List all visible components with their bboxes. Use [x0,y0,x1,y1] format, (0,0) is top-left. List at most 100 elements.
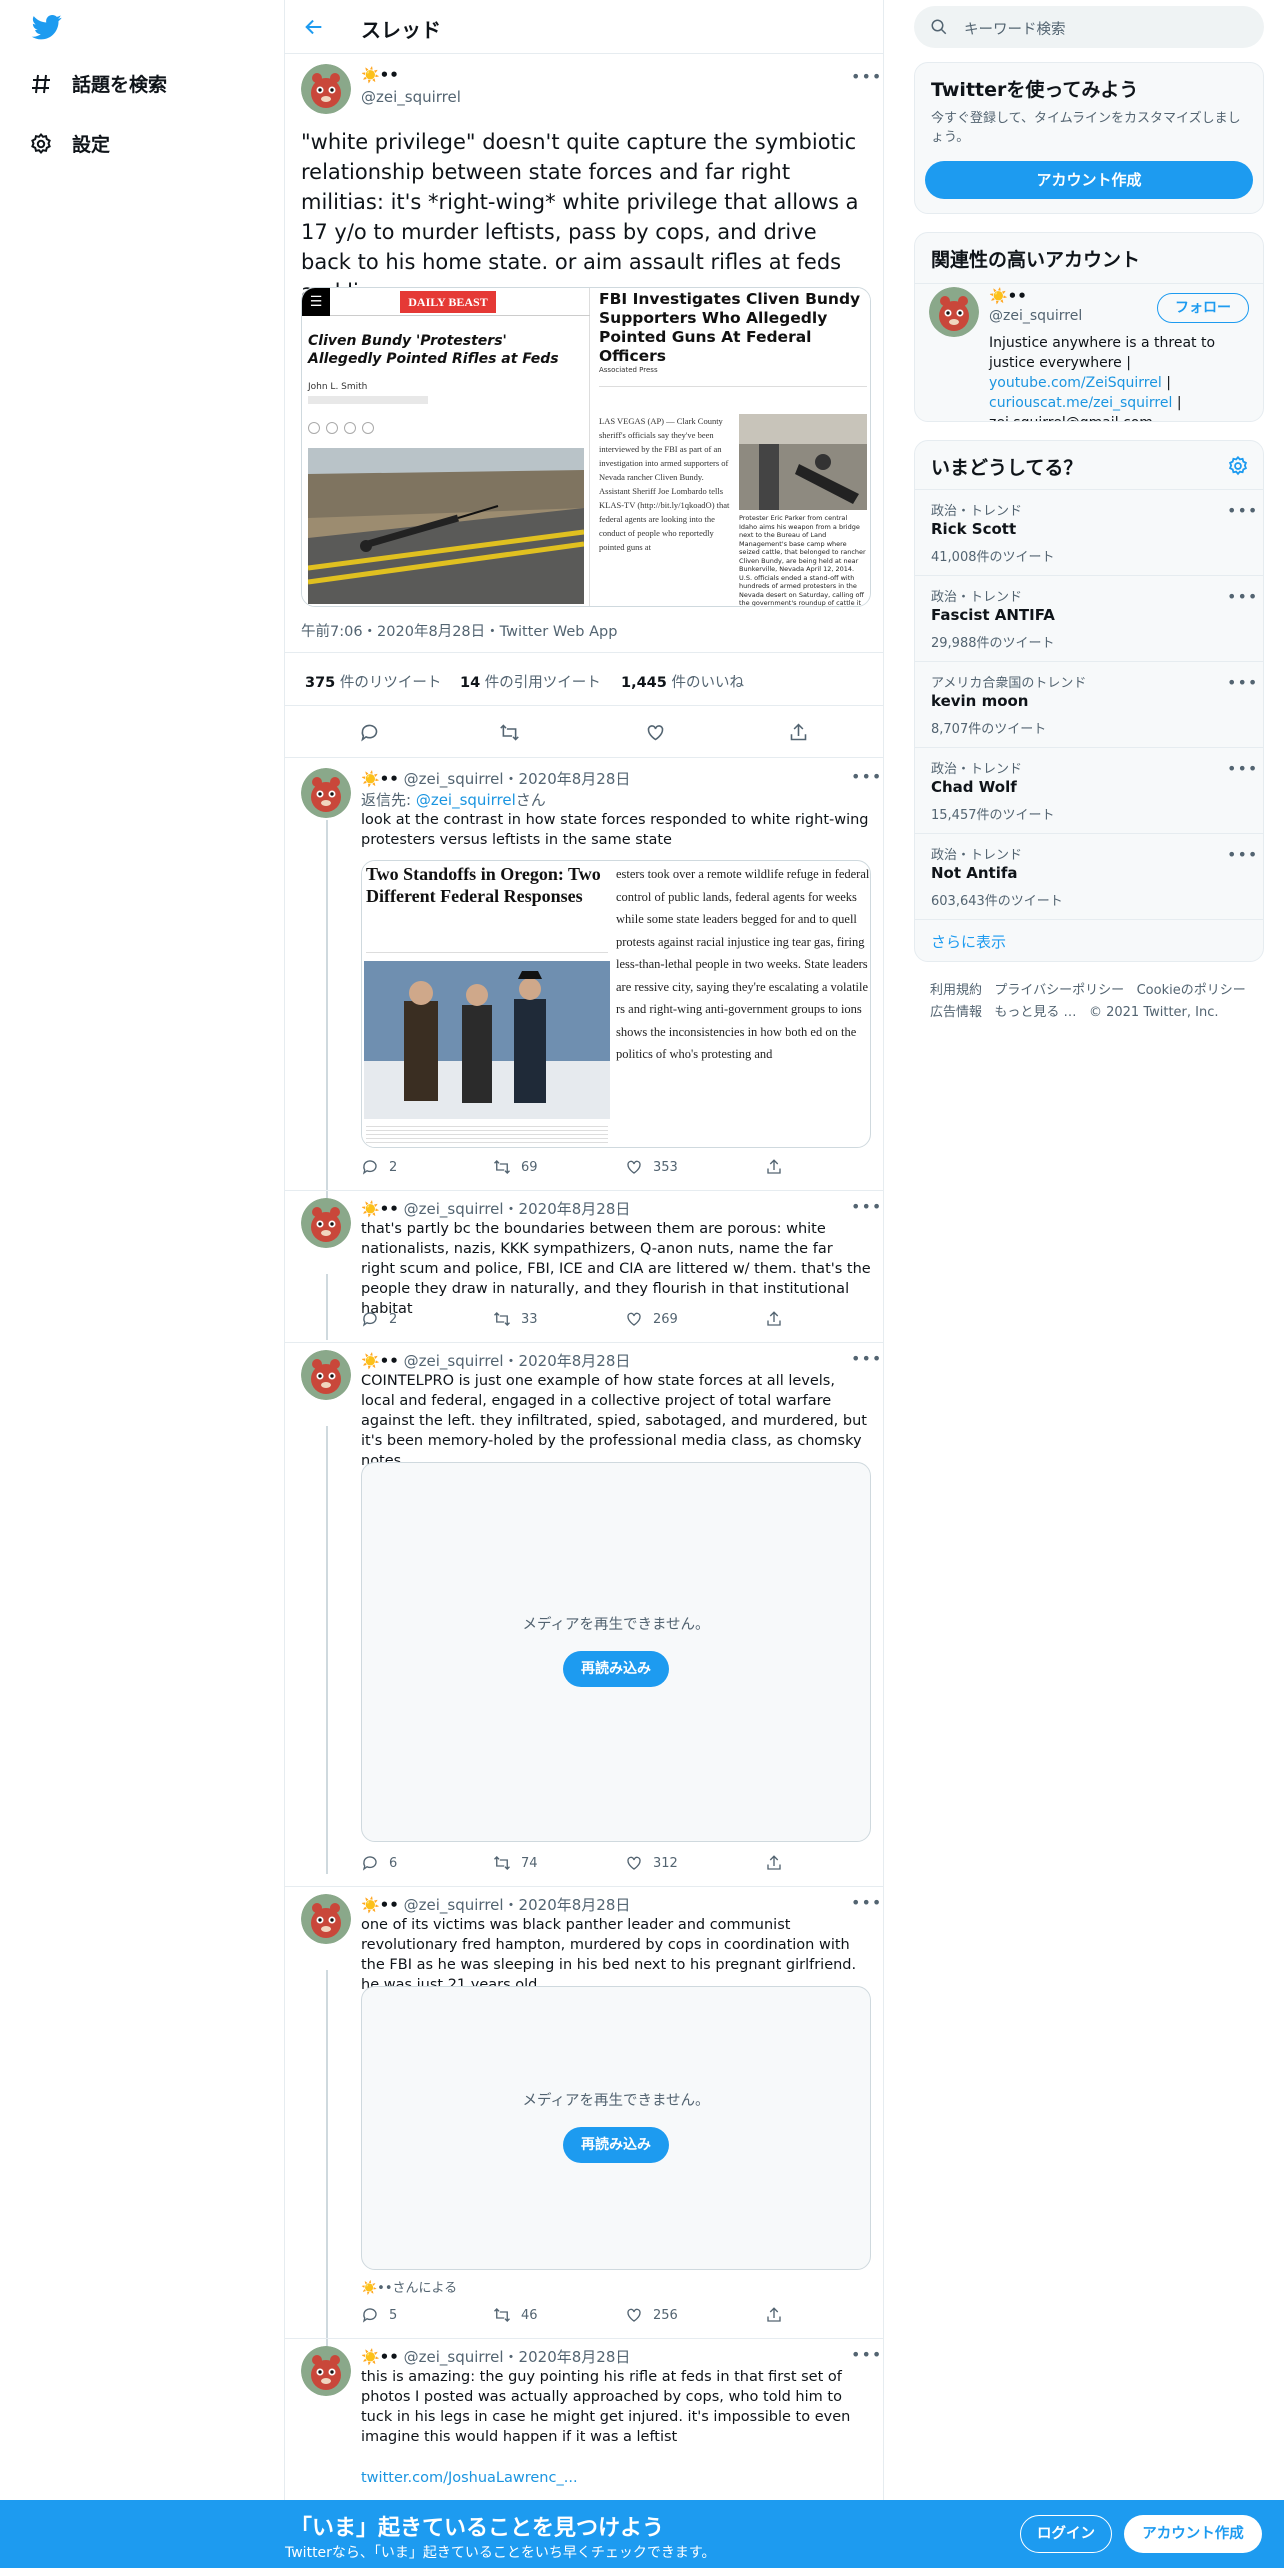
retweet-icon [494,1160,510,1174]
avatar[interactable] [301,1894,351,1944]
article-image[interactable]: Two Standoffs in Oregon: Two Different F… [361,860,871,1148]
show-more-link[interactable]: さらに表示 [931,931,1006,952]
share-button[interactable] [765,1310,783,1328]
tweet-header[interactable]: ☀️•• @zei_squirrel・2020年8月28日 [361,2346,630,2367]
thread-column: スレッド ☀️•• @zei_squirrel ••• "white privi… [284,0,884,2568]
author-handle[interactable]: @zei_squirrel [361,88,461,106]
share-button[interactable] [765,2306,783,2324]
share-button[interactable] [765,1854,783,1872]
tweet-header[interactable]: ☀️•• @zei_squirrel・2020年8月28日 [361,1894,630,1915]
share-button[interactable] [788,722,809,743]
trend-item[interactable]: アメリカ合衆国のトレンド kevin moon 8,707件のツイート ••• [915,661,1263,747]
share-icon [767,1159,781,1174]
reload-button[interactable]: 再読み込み [563,1651,669,1687]
more-options-icon[interactable]: ••• [1227,589,1257,605]
reply-to-link[interactable]: @zei_squirrel [416,791,516,809]
like-button[interactable]: 269 [625,1310,678,1328]
avatar[interactable] [301,64,351,114]
follow-button[interactable]: フォロー [1157,293,1249,323]
tweet-header[interactable]: ☀️•• @zei_squirrel・2020年8月28日 [361,1350,630,1371]
retweet-button[interactable]: 74 [493,1854,538,1872]
retweet-button[interactable]: 33 [493,1310,538,1328]
search-placeholder: キーワード検索 [964,22,1066,38]
trend-item[interactable]: 政治・トレンド Chad Wolf 15,457件のツイート ••• [915,747,1263,833]
more-options-icon[interactable]: ••• [1227,503,1257,519]
privacy-link[interactable]: プライバシーポリシー [994,983,1124,998]
share-icon [767,1855,781,1870]
reply-icon [362,2308,377,2323]
retweet-button[interactable]: 46 [493,2306,538,2324]
more-options-icon[interactable]: ••• [851,1351,881,1367]
more-options-icon[interactable]: ••• [851,1199,881,1215]
reply-icon [362,1312,377,1327]
nav-settings[interactable]: 設定 [28,130,110,157]
squirrel-avatar-icon [301,1894,351,1944]
account-name[interactable]: ☀️•• [989,287,1027,305]
signup-button[interactable]: アカウント作成 [1124,2515,1262,2553]
ads-link[interactable]: 広告情報 [930,1005,982,1020]
nav-settings-label: 設定 [72,134,111,156]
reply-button[interactable] [359,722,380,743]
login-button[interactable]: ログイン [1020,2515,1112,2553]
more-options-icon[interactable]: ••• [1227,675,1257,691]
search-input[interactable]: キーワード検索 [914,6,1264,48]
more-options-icon[interactable]: ••• [851,2347,881,2363]
cookie-link[interactable]: Cookieのポリシー [1137,983,1246,998]
reply-icon [362,1856,377,1871]
like-button[interactable]: 353 [625,1158,678,1176]
signup-card: Twitterを使ってみよう 今すぐ登録して、タイムラインをカスタマイズしましょ… [914,62,1264,214]
tweet-header[interactable]: ☀️•• @zei_squirrel・2020年8月28日 [361,768,630,789]
tweet-header[interactable]: ☀️•• @zei_squirrel・2020年8月28日 [361,1198,630,1219]
terms-link[interactable]: 利用規約 [930,983,982,998]
like-button[interactable] [645,722,666,743]
avatar[interactable] [301,768,351,818]
trend-item[interactable]: 政治・トレンド Not Antifa 603,643件のツイート ••• [915,833,1263,919]
tweet-link[interactable]: twitter.com/JoshuaLawrenc_... [361,2468,871,2488]
reply-button[interactable]: 2 [361,1158,397,1176]
back-arrow-icon[interactable] [303,16,325,38]
retweet-icon [494,2308,510,2322]
likes-stat[interactable]: 1,445 件のいいね [621,671,744,692]
more-link[interactable]: もっと見る … [994,1005,1076,1020]
retweet-button[interactable]: 69 [493,1158,538,1176]
more-options-icon[interactable]: ••• [1227,847,1257,863]
retweets-stat[interactable]: 375 件のリツイート [305,671,441,692]
like-button[interactable]: 312 [625,1854,678,1872]
author-name[interactable]: ☀️•• [361,66,399,84]
share-button[interactable] [765,1158,783,1176]
quotes-stat[interactable]: 14 件の引用ツイート [460,671,601,692]
like-button[interactable]: 256 [625,2306,678,2324]
tweet-timestamp[interactable]: 午前7:06・2020年8月28日・Twitter Web App [301,620,617,641]
avatar[interactable] [929,287,979,337]
reply-button[interactable]: 5 [361,2306,397,2324]
trends-title: いまどうしてる？ [931,457,1083,479]
hashtag-icon [28,71,54,97]
ap-source: Associated Press [599,366,658,374]
create-account-button[interactable]: アカウント作成 [925,161,1253,199]
trend-item[interactable]: 政治・トレンド Fascist ANTIFA 29,988件のツイート ••• [915,575,1263,661]
tweet-text: look at the contrast in how state forces… [361,812,869,848]
more-options-icon[interactable]: ••• [1227,761,1257,777]
thread-header: スレッド [285,0,883,54]
media-attribution[interactable]: ☀️••さんによる [361,2277,457,2296]
brand-logo: DAILY BEAST [400,291,496,313]
avatar[interactable] [301,1350,351,1400]
avatar[interactable] [301,2346,351,2396]
account-handle[interactable]: @zei_squirrel [989,308,1082,324]
ap-article-text: LAS VEGAS (AP) — Clark County sheriff's … [599,416,730,552]
reply-button[interactable]: 2 [361,1310,397,1328]
bio-link[interactable]: curiouscat.me/zei_squirrel [989,395,1172,411]
more-options-icon[interactable]: ••• [851,69,881,85]
tweet-image[interactable]: ☰ DAILY BEAST Cliven Bundy 'Protesters' … [301,287,871,607]
trend-item[interactable]: 政治・トレンド Rick Scott 41,008件のツイート ••• [915,489,1263,575]
more-options-icon[interactable]: ••• [851,1895,881,1911]
nav-explore[interactable]: 話題を検索 [28,70,167,97]
bio-link[interactable]: youtube.com/ZeiSquirrel [989,375,1162,391]
settings-gear-icon[interactable] [1227,455,1249,477]
reply-button[interactable]: 6 [361,1854,397,1872]
more-options-icon[interactable]: ••• [851,769,881,785]
avatar[interactable] [301,1198,351,1248]
retweet-button[interactable] [499,722,520,743]
reload-button[interactable]: 再読み込み [563,2127,669,2163]
twitter-logo-icon[interactable] [30,12,64,42]
